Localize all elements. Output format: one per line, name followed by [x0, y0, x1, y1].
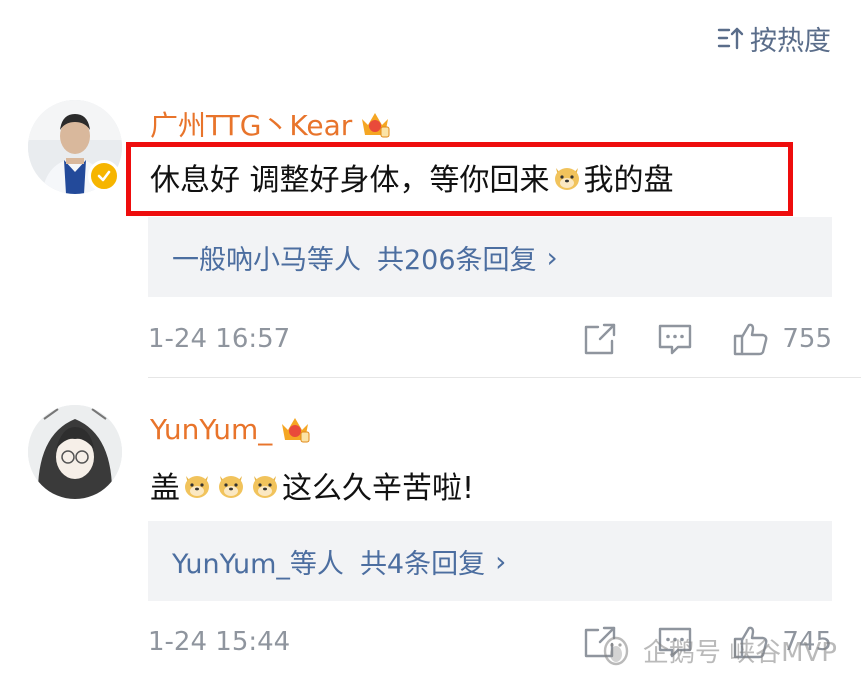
- reply-count: 共206条回复: [377, 244, 537, 276]
- comment-text-part: 盖: [150, 471, 180, 506]
- doge-emoji-icon: [253, 476, 277, 498]
- share-icon: [585, 323, 616, 355]
- replies-summary[interactable]: 一般吶小马等人 共206条回复 ›: [148, 217, 832, 297]
- doge-emoji-icon: [185, 476, 209, 498]
- comment-text-part: 我的盘: [583, 163, 674, 198]
- comment-text: 休息好 调整好身体，等你回来 我的盘: [150, 154, 674, 200]
- timestamp: 1-24 15:44: [148, 627, 291, 657]
- member-crown-icon: [282, 418, 310, 443]
- username-text: YunYum_: [150, 412, 273, 446]
- watermark-text: 企鹅号 峡谷MVP: [642, 637, 837, 668]
- comment-button[interactable]: [656, 321, 694, 357]
- replies-summary[interactable]: YunYum_等人 共4条回复 ›: [148, 521, 832, 601]
- reply-names: YunYum_等人: [172, 548, 344, 580]
- avatar[interactable]: [28, 405, 122, 499]
- watermark: 企鹅号 峡谷MVP: [599, 625, 837, 675]
- sort-icon: [717, 27, 744, 50]
- penguin-logo-icon: [603, 636, 629, 666]
- comment-divider: [148, 377, 861, 378]
- like-count: 755: [782, 324, 832, 354]
- comment-meta: 1-24 16:57 755: [148, 314, 832, 364]
- doge-emoji-icon: [219, 476, 243, 498]
- doge-emoji-icon: [554, 168, 579, 190]
- share-button[interactable]: [580, 321, 618, 357]
- verified-badge-icon: [88, 160, 120, 192]
- timestamp: 1-24 16:57: [148, 324, 291, 354]
- chevron-right-icon: ›: [546, 240, 558, 274]
- chevron-right-icon: ›: [495, 544, 507, 578]
- username[interactable]: 广州TTG丶Kear: [150, 104, 392, 144]
- reply-count: 共4条回复: [359, 548, 486, 580]
- comment-text-part: 这么久辛苦啦!: [282, 471, 475, 506]
- username[interactable]: YunYum_: [150, 409, 312, 449]
- like-button[interactable]: 755: [732, 321, 832, 357]
- reply-names: 一般吶小马等人: [172, 244, 361, 276]
- comment-text-part: 休息好 调整好身体，等你回来: [150, 163, 550, 198]
- thumbs-up-icon: [734, 323, 768, 356]
- username-text: 广州TTG丶Kear: [150, 109, 353, 142]
- sort-label: 按热度: [750, 25, 831, 57]
- comment-bubble-icon: [659, 324, 692, 355]
- sort-by-heat-button[interactable]: 按热度: [716, 18, 831, 58]
- comment-text: 盖 这么久辛苦啦!: [150, 462, 474, 508]
- member-crown-icon: [362, 113, 390, 138]
